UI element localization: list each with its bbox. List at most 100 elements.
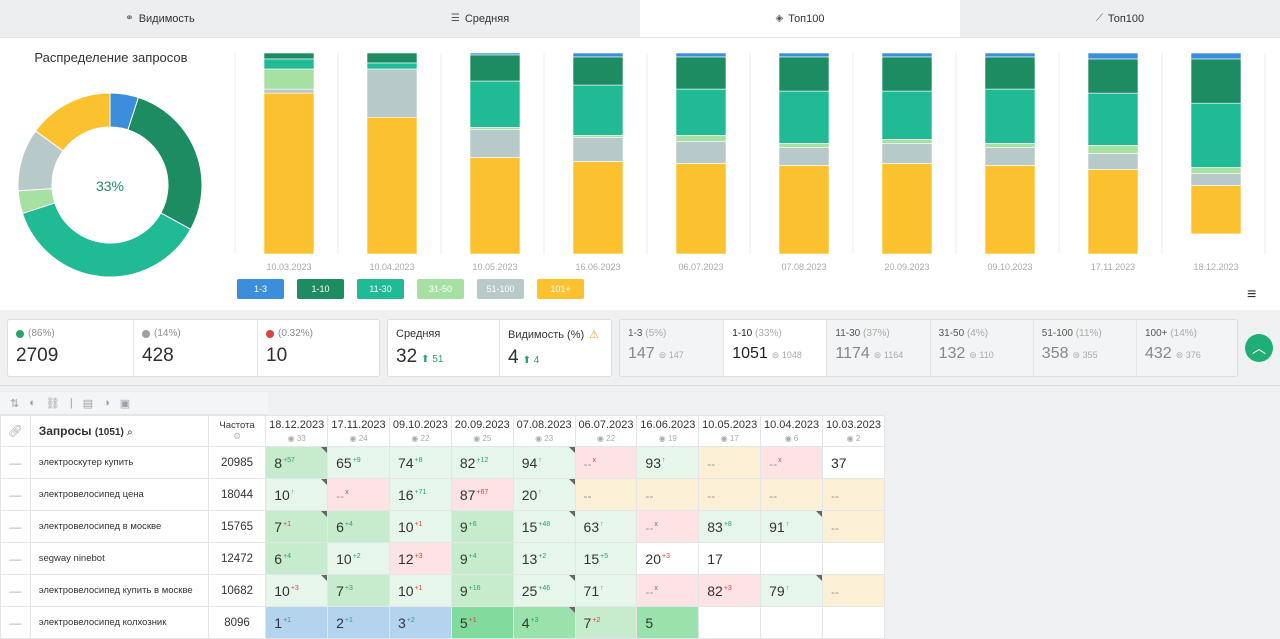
position-cell[interactable]: 82+3 <box>698 574 762 607</box>
bar-segment-11-30[interactable] <box>366 62 418 70</box>
bucket-100+[interactable]: 100+ (14%) 432 ⊜ 376 <box>1136 320 1239 376</box>
position-cell[interactable]: 93↑ <box>636 446 700 479</box>
bar-segment-1-10[interactable] <box>984 56 1036 90</box>
bar-segment-101+[interactable] <box>366 117 418 255</box>
date-column-header[interactable]: 16.06.2023 ◉ 19 <box>636 415 700 447</box>
date-column-header[interactable]: 10.05.2023 ◉ 17 <box>698 415 762 447</box>
export-icon[interactable]: ▤ <box>83 397 93 410</box>
position-cell[interactable]: --x <box>636 510 700 543</box>
position-cell[interactable]: 3+2 <box>388 606 452 639</box>
bar-segment-1-3[interactable] <box>881 52 933 58</box>
bar-segment-51-100[interactable] <box>675 141 727 164</box>
position-cell[interactable]: 12+3 <box>388 542 452 575</box>
tab-top100-trend[interactable]: ⟋ Топ100 <box>960 0 1280 37</box>
position-cell[interactable]: 5 <box>636 606 700 639</box>
position-cell[interactable]: 7+3 <box>327 574 390 607</box>
bar-segment-101+[interactable] <box>675 163 727 255</box>
position-cell[interactable]: 79↑ <box>760 574 823 607</box>
query-cell[interactable]: электроскутер купить <box>29 446 209 479</box>
bar-segment-101+[interactable] <box>1087 169 1139 255</box>
position-cell[interactable] <box>760 606 823 639</box>
position-cell[interactable]: 15+48 <box>512 510 576 543</box>
position-cell[interactable]: -- <box>698 478 762 511</box>
bar-segment-51-100[interactable] <box>572 137 624 162</box>
bar-segment-11-30[interactable] <box>572 84 624 136</box>
bar-segment-51-100[interactable] <box>263 88 315 94</box>
metric-visibility[interactable]: Видимость (%) ⚠ 4 ⬆ 4 <box>499 320 611 376</box>
position-cell[interactable]: 20+3 <box>636 542 700 575</box>
position-cell[interactable]: -- <box>821 574 886 607</box>
legend-item-31-50[interactable]: 31-50 <box>417 279 464 299</box>
position-cell[interactable]: 10+1 <box>388 510 452 543</box>
bar-segment-101+[interactable] <box>881 163 933 255</box>
bar-segment-1-10[interactable] <box>881 56 933 92</box>
row-toggle-icon[interactable]: — <box>0 574 31 607</box>
bar-segment-31-50[interactable] <box>1087 145 1139 154</box>
bucket-31-50[interactable]: 31-50 (4%) 132 ⊜ 110 <box>929 320 1033 376</box>
bar-segment-31-50[interactable] <box>572 135 624 138</box>
bar-segment-1-3[interactable] <box>572 52 624 58</box>
metric-average[interactable]: Средняя 32 ⬆ 51 <box>388 320 499 376</box>
query-column-header[interactable]: Запросы (1051) ⌕ <box>29 415 209 447</box>
position-cell[interactable] <box>760 542 823 575</box>
position-cell[interactable]: -- <box>821 478 886 511</box>
position-cell[interactable]: 63↑ <box>574 510 638 543</box>
legend-item-11-30[interactable]: 11-30 <box>357 279 404 299</box>
bar-segment-101+[interactable] <box>572 161 624 255</box>
bar-segment-51-100[interactable] <box>1190 173 1242 186</box>
bar-segment-51-100[interactable] <box>1087 153 1139 170</box>
position-cell[interactable]: -- <box>760 478 823 511</box>
bar-segment-1-10[interactable] <box>1087 58 1139 94</box>
position-cell[interactable]: --x <box>760 446 823 479</box>
position-cell[interactable]: 15+5 <box>574 542 638 575</box>
bar-segment-11-30[interactable] <box>984 88 1036 144</box>
bar-segment-11-30[interactable] <box>881 90 933 140</box>
position-cell[interactable]: -- <box>574 478 638 511</box>
position-cell[interactable]: 20↑ <box>512 478 576 511</box>
position-cell[interactable]: 9+6 <box>450 510 514 543</box>
position-cell[interactable]: -- <box>821 510 886 543</box>
link-column-header[interactable]: 🔗︎ <box>0 415 31 447</box>
position-cell[interactable]: 6+4 <box>265 542 329 575</box>
bar-segment-101+[interactable] <box>778 165 830 255</box>
query-cell[interactable]: электровелосипед в москве <box>29 510 209 543</box>
bar-segment-51-100[interactable] <box>881 143 933 164</box>
query-cell[interactable]: электровелосипед цена <box>29 478 209 511</box>
query-cell[interactable]: электровелосипед колхозник <box>29 606 209 639</box>
bar-segment-1-10[interactable] <box>778 56 830 92</box>
position-cell[interactable]: 7+1 <box>265 510 329 543</box>
position-cell[interactable]: --x <box>327 478 390 511</box>
position-cell[interactable] <box>821 606 886 639</box>
position-cell[interactable]: 10+3 <box>265 574 329 607</box>
position-cell[interactable]: 82+12 <box>450 446 514 479</box>
position-cell[interactable]: 87+67 <box>450 478 514 511</box>
bar-segment-11-30[interactable] <box>1190 102 1242 168</box>
date-column-header[interactable]: 17.11.2023 ◉ 24 <box>327 415 390 447</box>
position-cell[interactable]: 37 <box>821 446 886 479</box>
stat-down[interactable]: (0.32%) 10 <box>257 320 379 376</box>
date-column-header[interactable]: 07.08.2023 ◉ 23 <box>512 415 576 447</box>
position-cell[interactable]: 17 <box>698 542 762 575</box>
bar-segment-31-50[interactable] <box>984 143 1036 148</box>
position-cell[interactable]: 71↑ <box>574 574 638 607</box>
position-cell[interactable]: 94↑ <box>512 446 576 479</box>
position-cell[interactable]: 8+57 <box>265 446 329 479</box>
position-cell[interactable]: 9+16 <box>450 574 514 607</box>
scroll-up-button[interactable]: ︿ <box>1245 334 1273 362</box>
position-cell[interactable]: 2+1 <box>327 606 390 639</box>
position-cell[interactable]: 10↑ <box>265 478 329 511</box>
bar-segment-11-30[interactable] <box>263 58 315 70</box>
position-cell[interactable]: -- <box>698 446 762 479</box>
date-column-header[interactable]: 20.09.2023 ◉ 25 <box>450 415 514 447</box>
legend-item-51-100[interactable]: 51-100 <box>477 279 524 299</box>
toggle-icon[interactable]: ◐ <box>29 397 36 409</box>
bucket-1-3[interactable]: 1-3 (5%) 147 ⊜ 147 <box>620 320 723 376</box>
bucket-1-10[interactable]: 1-10 (33%) 1051 ⊜ 1048 <box>723 320 827 376</box>
bar-segment-11-30[interactable] <box>469 80 521 128</box>
position-cell[interactable]: 10+2 <box>327 542 390 575</box>
bar-segment-11-30[interactable] <box>1087 92 1139 146</box>
link-icon[interactable]: ⛓ <box>46 397 60 410</box>
position-cell[interactable]: 65+9 <box>327 446 390 479</box>
bar-segment-1-10[interactable] <box>469 54 521 82</box>
position-cell[interactable]: 4+3 <box>512 606 576 639</box>
